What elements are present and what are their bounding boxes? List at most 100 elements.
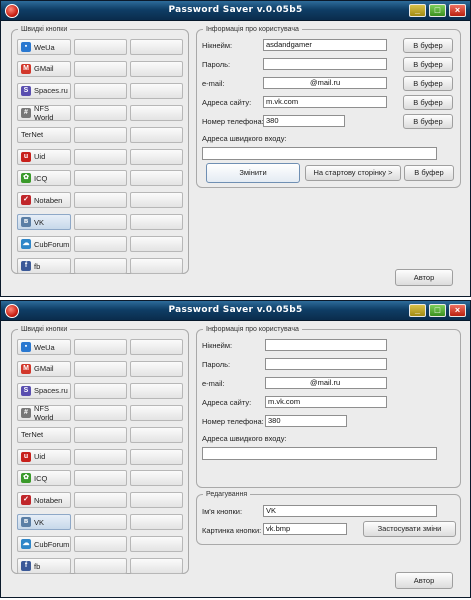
empty-quick-button[interactable] — [74, 360, 127, 377]
author-button[interactable]: Автор — [395, 572, 453, 589]
empty-quick-button[interactable] — [130, 60, 183, 77]
quick-button-notaben[interactable]: ✓ Notaben — [17, 192, 71, 209]
quick-button-gmail[interactable]: M GMail — [17, 60, 71, 77]
empty-quick-button[interactable] — [130, 448, 183, 465]
empty-quick-button[interactable] — [74, 60, 127, 77]
quick-button-vk[interactable]: в VK — [17, 214, 71, 231]
quick-button-fb[interactable]: f fb — [17, 558, 71, 574]
empty-quick-button[interactable] — [130, 126, 183, 143]
quick-button-nfs-world[interactable]: # NFS World — [17, 404, 71, 422]
empty-quick-button[interactable] — [74, 214, 127, 231]
empty-quick-button[interactable] — [130, 82, 183, 99]
empty-quick-button[interactable] — [130, 104, 183, 121]
empty-quick-button[interactable] — [74, 470, 127, 487]
title-bar[interactable]: Password Saver v.0.05b5 _ □ × — [1, 301, 470, 321]
quick-button-spaces-ru[interactable]: S Spaces.ru — [17, 82, 71, 99]
quick-button-uid[interactable]: u Uid — [17, 448, 71, 465]
empty-quick-button[interactable] — [130, 426, 183, 443]
empty-quick-button[interactable] — [74, 382, 127, 399]
close-button[interactable]: × — [449, 304, 466, 317]
site-address-field[interactable]: m.vk.com — [265, 396, 387, 408]
empty-quick-button[interactable] — [74, 404, 127, 421]
quick-button-fb[interactable]: f fb — [17, 258, 71, 274]
empty-quick-button[interactable] — [130, 258, 183, 274]
empty-quick-button[interactable] — [130, 214, 183, 231]
nickname-field[interactable] — [265, 339, 387, 351]
copy-site-button[interactable]: В буфер — [403, 95, 453, 110]
quick-button-uid[interactable]: u Uid — [17, 148, 71, 165]
quick-button-weua[interactable]: ▪ WeUa — [17, 39, 71, 55]
quick-button-weua[interactable]: ▪ WeUa — [17, 339, 71, 355]
empty-quick-button[interactable] — [74, 558, 127, 574]
empty-quick-button[interactable] — [74, 536, 127, 553]
empty-quick-button[interactable] — [130, 339, 183, 355]
phone-field[interactable]: 380 — [265, 415, 347, 427]
quick-button-nfs-world[interactable]: # NFS World — [17, 104, 71, 122]
site-address-field[interactable]: m.vk.com — [263, 96, 387, 108]
quick-login-field[interactable] — [202, 147, 437, 160]
copy-nickname-button[interactable]: В буфер — [403, 38, 453, 53]
quick-button-ternet[interactable]: TerNet — [17, 126, 71, 143]
quick-button-cubforum[interactable]: ☁ CubForum — [17, 536, 71, 553]
minimize-button[interactable]: _ — [409, 4, 426, 17]
change-button[interactable]: Змінити — [206, 163, 300, 183]
copy-phone-button[interactable]: В буфер — [403, 114, 453, 129]
quick-button-cubforum[interactable]: ☁ CubForum — [17, 236, 71, 253]
copy-quick-login-button[interactable]: В буфер — [404, 165, 454, 181]
empty-quick-button[interactable] — [74, 492, 127, 509]
copy-password-button[interactable]: В буфер — [403, 57, 453, 72]
empty-quick-button[interactable] — [130, 360, 183, 377]
password-field[interactable] — [265, 358, 387, 370]
empty-quick-button[interactable] — [74, 126, 127, 143]
empty-quick-button[interactable] — [74, 448, 127, 465]
empty-quick-button[interactable] — [130, 492, 183, 509]
quick-button-spaces-ru[interactable]: S Spaces.ru — [17, 382, 71, 399]
empty-quick-button[interactable] — [130, 514, 183, 531]
button-name-field[interactable]: VK — [263, 505, 437, 517]
empty-quick-button[interactable] — [74, 236, 127, 253]
empty-quick-button[interactable] — [130, 192, 183, 209]
maximize-button[interactable]: □ — [429, 4, 446, 17]
start-page-button[interactable]: На стартову сторінку > — [305, 165, 401, 181]
empty-quick-button[interactable] — [74, 170, 127, 187]
empty-quick-button[interactable] — [74, 258, 127, 274]
phone-field[interactable]: 380 — [263, 115, 345, 127]
email-field[interactable]: @mail.ru — [265, 377, 387, 389]
email-field[interactable]: @mail.ru — [263, 77, 387, 89]
empty-quick-button[interactable] — [130, 470, 183, 487]
empty-quick-button[interactable] — [74, 426, 127, 443]
close-button[interactable]: × — [449, 4, 466, 17]
empty-quick-button[interactable] — [130, 558, 183, 574]
author-button[interactable]: Автор — [395, 269, 453, 286]
nickname-field[interactable]: asdandgamer — [263, 39, 387, 51]
empty-quick-button[interactable] — [74, 514, 127, 531]
empty-quick-button[interactable] — [130, 382, 183, 399]
empty-quick-button[interactable] — [130, 404, 183, 421]
empty-quick-button[interactable] — [130, 148, 183, 165]
quick-button-vk[interactable]: в VK — [17, 514, 71, 531]
empty-quick-button[interactable] — [74, 192, 127, 209]
quick-button-icq[interactable]: ✿ ICQ — [17, 470, 71, 487]
maximize-button[interactable]: □ — [429, 304, 446, 317]
empty-quick-button[interactable] — [74, 39, 127, 55]
apply-changes-button[interactable]: Застосувати зміни — [363, 521, 456, 537]
password-field[interactable] — [263, 58, 387, 70]
empty-quick-button[interactable] — [130, 39, 183, 55]
copy-email-button[interactable]: В буфер — [403, 76, 453, 91]
empty-quick-button[interactable] — [130, 170, 183, 187]
empty-quick-button[interactable] — [74, 82, 127, 99]
quick-button-label: WeUa — [34, 42, 55, 52]
minimize-button[interactable]: _ — [409, 304, 426, 317]
empty-quick-button[interactable] — [74, 148, 127, 165]
quick-login-field[interactable] — [202, 447, 437, 460]
title-bar[interactable]: Password Saver v.0.05b5 _ □ × — [1, 1, 470, 21]
quick-button-icq[interactable]: ✿ ICQ — [17, 170, 71, 187]
empty-quick-button[interactable] — [74, 104, 127, 121]
empty-quick-button[interactable] — [130, 236, 183, 253]
empty-quick-button[interactable] — [130, 536, 183, 553]
quick-button-gmail[interactable]: M GMail — [17, 360, 71, 377]
quick-button-ternet[interactable]: TerNet — [17, 426, 71, 443]
quick-button-notaben[interactable]: ✓ Notaben — [17, 492, 71, 509]
empty-quick-button[interactable] — [74, 339, 127, 355]
button-image-field[interactable]: vk.bmp — [263, 523, 347, 535]
